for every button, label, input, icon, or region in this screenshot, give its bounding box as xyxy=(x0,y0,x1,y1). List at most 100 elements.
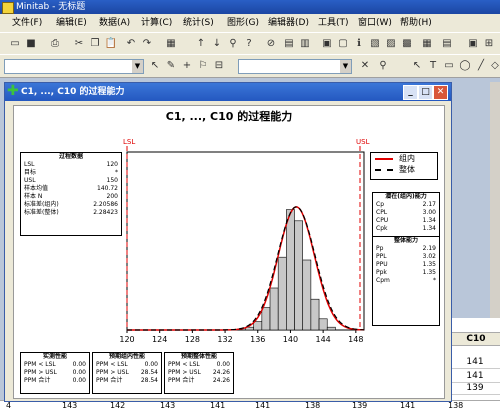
text-tool-icon[interactable]: T xyxy=(426,59,440,72)
x-tick-label: 128 xyxy=(185,335,200,344)
save-icon[interactable]: ■ xyxy=(24,37,38,50)
cancel-icon[interactable]: ⊘ xyxy=(264,37,278,50)
process-data-row: 样本 N 200 xyxy=(24,193,118,200)
histogram-bar xyxy=(269,287,279,331)
histogram-bar xyxy=(253,321,263,331)
menu-editor[interactable]: 编辑器(D) xyxy=(268,14,309,32)
attribute-combo[interactable]: ▼ xyxy=(238,59,352,74)
cut-icon[interactable]: ✂ xyxy=(72,37,86,50)
chevron-down-icon: ▼ xyxy=(340,60,351,73)
print-icon[interactable]: ⎙ xyxy=(48,37,62,50)
x-tick-label: 120 xyxy=(119,335,134,344)
exp-overall-row: PPM > USL 24.26 xyxy=(168,369,230,376)
copy-icon[interactable]: ❐ xyxy=(88,37,102,50)
lsl-label: LSL xyxy=(123,138,135,146)
exp-overall-row: PPM 合计 24.26 xyxy=(168,377,230,384)
x-tick-label: 140 xyxy=(283,335,298,344)
menu-data[interactable]: 数据(A) xyxy=(99,14,130,32)
worksheet-icon[interactable]: ▥ xyxy=(298,37,312,50)
menu-help[interactable]: 帮助(H) xyxy=(400,14,432,32)
exp-overall-row: PPM < LSL 0.00 xyxy=(168,361,230,368)
polygon-tool-icon[interactable]: ◇ xyxy=(488,59,500,72)
within-swatch xyxy=(375,158,393,160)
show-info-icon[interactable]: ℹ xyxy=(352,37,366,50)
exp-within-row: PPM < LSL 0.00 xyxy=(96,361,158,368)
help-icon[interactable]: ? xyxy=(242,37,256,50)
maximize-icon[interactable]: □ xyxy=(418,85,433,100)
close-window-icon[interactable]: ✕ xyxy=(433,85,448,100)
ellipse-tool-icon[interactable]: ◯ xyxy=(458,59,472,72)
process-data-header: 过程数据 xyxy=(58,153,83,160)
overall-cap-row: Cpm * xyxy=(376,277,436,284)
worksheet-cell[interactable]: 141 xyxy=(450,356,500,369)
menu-file[interactable]: 文件(F) xyxy=(12,14,42,32)
show-history-icon[interactable]: ▧ xyxy=(368,37,382,50)
potential-row: CPU 1.34 xyxy=(376,217,436,224)
select-tool-icon[interactable]: ↖ xyxy=(410,59,424,72)
minimize-icon[interactable]: _ xyxy=(403,85,418,100)
menu-edit[interactable]: 编辑(E) xyxy=(56,14,87,32)
undo-icon[interactable]: ↶ xyxy=(124,37,138,50)
observed-row: PPM > USL 0.00 xyxy=(24,369,86,376)
graph-combo[interactable]: ▼ xyxy=(4,59,144,74)
observed-row: PPM 合计 0.00 xyxy=(24,377,86,384)
menu-window[interactable]: 窗口(W) xyxy=(358,14,392,32)
arrow-down-icon[interactable]: ↓ xyxy=(210,37,224,50)
paste-icon[interactable]: 📋 xyxy=(104,37,118,50)
histogram-bar xyxy=(326,326,336,331)
select-pointer-icon[interactable]: ↖ xyxy=(148,59,162,72)
design-icon[interactable]: ▤ xyxy=(440,37,454,50)
standard-toolbar: ▭ ■ ⎙ ✂ ❐ 📋 ↶ ↷ ▦ ↑ ↓ ⚲ ? ⊘ ▤ ▥ ▣ ▢ ℹ ▧ … xyxy=(0,32,500,55)
session-icon[interactable]: ▤ xyxy=(282,37,296,50)
close-all-graphs-icon[interactable]: ▣ xyxy=(466,37,480,50)
find-icon[interactable]: ⚲ xyxy=(226,37,240,50)
histogram-bar xyxy=(277,256,287,331)
worksheet-fragment: C10 141 141 139 xyxy=(450,318,500,400)
menu-calc[interactable]: 计算(C) xyxy=(141,14,172,32)
arrow-up-icon[interactable]: ↑ xyxy=(194,37,208,50)
rectangle-tool-icon[interactable]: ▭ xyxy=(442,59,456,72)
clear-icon[interactable]: ⊟ xyxy=(212,59,226,72)
x-axis-ticks: 120 124 128 132 136 140 144 148 xyxy=(119,330,363,344)
project-manager-icon[interactable]: ▣ xyxy=(320,37,334,50)
menu-stat[interactable]: 统计(S) xyxy=(183,14,214,32)
new-graph-icon[interactable]: ⊞ xyxy=(482,37,496,50)
app-title-bar: Minitab - 无标题 xyxy=(0,0,500,14)
overall-cap-row: Pp 2.19 xyxy=(376,245,436,252)
related-docs-icon[interactable]: ▦ xyxy=(420,37,434,50)
flag-icon[interactable]: ⚐ xyxy=(196,59,210,72)
potential-row: CPL 3.00 xyxy=(376,209,436,216)
overall-swatch xyxy=(375,169,393,171)
line-tool-icon[interactable]: ╱ xyxy=(474,59,488,72)
graph-window-title-bar[interactable]: ✚ C1, ..., C10 的过程能力 _ □ ✕ xyxy=(5,83,451,101)
histogram-bar xyxy=(302,259,312,331)
process-data-row: 样本均值 140.72 xyxy=(24,185,118,192)
brush-icon[interactable]: ✎ xyxy=(164,59,178,72)
crosshair-icon[interactable]: + xyxy=(180,59,194,72)
observed-row: PPM < LSL 0.00 xyxy=(24,361,86,368)
menu-bar: 文件(F) 编辑(E) 数据(A) 计算(C) 统计(S) 图形(G) 编辑器(… xyxy=(0,14,500,32)
overall-cap-row: Ppk 1.35 xyxy=(376,269,436,276)
open-folder-icon[interactable]: ▭ xyxy=(8,37,22,50)
x-tick-label: 132 xyxy=(217,335,232,344)
overall-cap-header: 整体能力 xyxy=(393,237,418,244)
worksheet-cell[interactable]: 139 xyxy=(450,382,500,395)
show-graphs-icon[interactable]: ▨ xyxy=(384,37,398,50)
expected-within-box: 预期组内性能 PPM < LSL 0.00 PPM > USL 28.54 PPM … xyxy=(92,352,162,394)
observed-performance-box: 实测性能 PPM < LSL 0.00 PPM > USL 0.00 PPM 合计 0… xyxy=(20,352,90,394)
legend-item-overall: 整体 xyxy=(371,164,437,175)
observed-header: 实测性能 xyxy=(42,353,67,360)
redo-icon[interactable]: ↷ xyxy=(140,37,154,50)
column-header[interactable]: C10 xyxy=(450,332,500,346)
report-pad-icon[interactable]: ▩ xyxy=(400,37,414,50)
menu-tools[interactable]: 工具(T) xyxy=(318,14,349,32)
background-scrollbar[interactable] xyxy=(490,82,500,318)
graph-window-title: C1, ..., C10 的过程能力 xyxy=(21,87,125,97)
chart-title: C1, ..., C10 的过程能力 xyxy=(166,109,293,123)
close-icon[interactable]: ✕ xyxy=(358,59,372,72)
menu-graph[interactable]: 图形(G) xyxy=(227,14,259,32)
show-folders-icon[interactable]: ▢ xyxy=(336,37,350,50)
capability-plot-area: C1, ..., C10 的过程能力 120 124 128 132 136 140 144… xyxy=(13,105,445,399)
zoom-icon[interactable]: ⚲ xyxy=(376,59,390,72)
edit-last-dialog-icon[interactable]: ▦ xyxy=(164,37,178,50)
